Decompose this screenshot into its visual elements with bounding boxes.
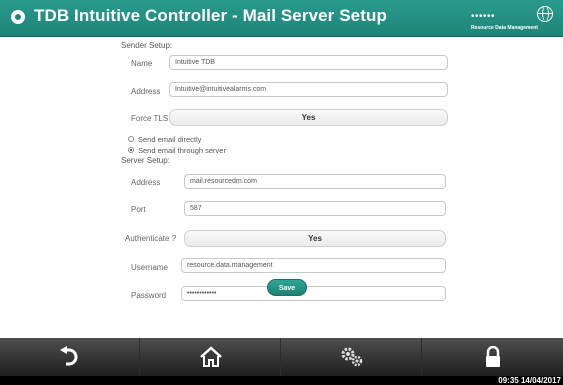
- send-direct-label: Send email directly: [138, 135, 202, 144]
- lock-icon: [486, 346, 500, 367]
- nav-back[interactable]: [0, 338, 140, 376]
- sender-address-field[interactable]: Intuitive@intuitivealarms.com: [169, 82, 448, 97]
- send-direct-option[interactable]: Send email directly: [128, 135, 201, 144]
- force-tls-label: Force TLS: [131, 114, 169, 123]
- clock: 09:35 14/04/2017: [498, 376, 561, 385]
- page-title: TDB Intuitive Controller - Mail Server S…: [34, 6, 387, 25]
- status-bar: 09:35 14/04/2017: [0, 376, 563, 385]
- gears-icon: [341, 347, 362, 367]
- title-bar: TDB Intuitive Controller - Mail Server S…: [0, 0, 563, 37]
- port-field[interactable]: 587: [184, 201, 446, 216]
- server-address-label: Address: [131, 178, 161, 187]
- app-menu-icon[interactable]: [11, 10, 25, 24]
- logo-dots: ••••••: [471, 11, 496, 22]
- server-setup-heading: Server Setup:: [121, 156, 170, 165]
- authenticate-toggle[interactable]: Yes: [184, 230, 446, 247]
- send-through-server-label: Send email through server: [138, 146, 226, 155]
- sender-address-label: Address: [131, 87, 161, 96]
- password-label: Password: [131, 291, 167, 300]
- brand-logo: •••••• Resource Data Management: [471, 3, 561, 35]
- username-label: Username: [131, 263, 168, 272]
- sender-name-label: Name: [131, 59, 153, 68]
- home-icon: [199, 346, 222, 367]
- nav-home[interactable]: [141, 338, 281, 376]
- sender-name-field[interactable]: Intuitive TDB: [169, 55, 448, 70]
- nav-lock[interactable]: [423, 338, 563, 376]
- send-through-server-option[interactable]: Send email through server: [128, 146, 226, 155]
- sender-setup-heading: Sender Setup:: [121, 41, 173, 50]
- server-address-field[interactable]: mail.resourcedm.com: [184, 174, 446, 189]
- authenticate-label: Authenticate ?: [125, 234, 177, 243]
- radio-icon: [128, 136, 134, 143]
- save-button[interactable]: Save: [267, 279, 307, 296]
- back-arrow-icon: [59, 346, 77, 366]
- password-field[interactable]: ••••••••••••: [181, 286, 446, 301]
- bottom-nav: [0, 338, 563, 376]
- username-field[interactable]: resource.data.management: [181, 258, 446, 273]
- port-label: Port: [131, 205, 146, 214]
- globe-icon: [537, 6, 553, 22]
- brand-name: Resource Data Management: [471, 25, 538, 31]
- mail-setup-form: Sender Setup: Name Intuitive TDB Address…: [0, 37, 563, 338]
- radio-selected-icon: [128, 147, 134, 154]
- nav-settings[interactable]: [282, 338, 422, 376]
- force-tls-toggle[interactable]: Yes: [169, 109, 448, 126]
